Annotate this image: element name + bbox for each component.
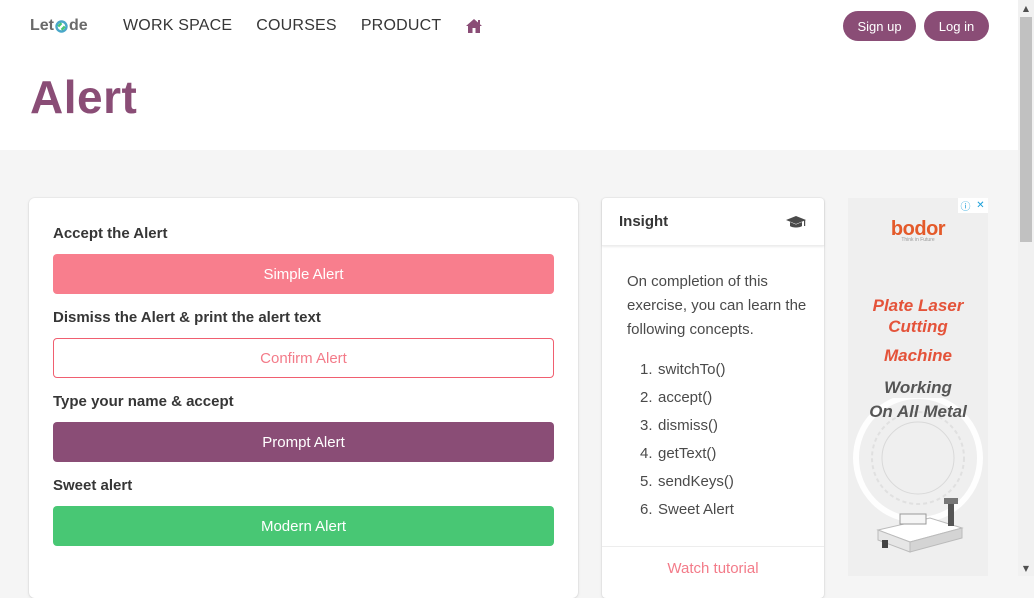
vertical-scrollbar[interactable]: ▲ ▼	[1018, 0, 1034, 576]
confirm-alert-button[interactable]: Confirm Alert	[53, 338, 554, 378]
concept-label: Sweet Alert	[658, 501, 734, 518]
ad-headline-2: Cutting	[888, 317, 948, 336]
insight-panel: Insight On completion of this exercise, …	[602, 198, 824, 598]
ad-info-icon[interactable]: ⓘ	[958, 198, 973, 213]
concept-number: 4.	[640, 445, 653, 462]
dismiss-alert-label: Dismiss the Alert & print the alert text	[53, 309, 321, 326]
list-item: 3. dismiss()	[640, 412, 734, 440]
insight-description: On completion of this exercise, you can …	[627, 273, 807, 338]
logo-text-right: de	[69, 17, 88, 34]
concept-label: sendKeys()	[658, 473, 734, 490]
nav-link-product[interactable]: PRODUCT	[361, 17, 442, 35]
sign-up-button[interactable]: Sign up	[843, 11, 916, 41]
nav-link-workspace[interactable]: WORK SPACE	[123, 17, 232, 35]
nav-link-courses[interactable]: COURSES	[256, 17, 337, 35]
watch-tutorial-link[interactable]: Watch tutorial	[602, 560, 824, 577]
scrollbar-thumb[interactable]	[1020, 17, 1032, 242]
log-in-button[interactable]: Log in	[924, 11, 989, 41]
insight-title: Insight	[619, 213, 669, 230]
main-nav: WORK SPACE COURSES PRODUCT	[123, 0, 483, 52]
concepts-list: 1. switchTo() 2. accept() 3. dismiss() 4. ge…	[640, 356, 734, 524]
list-item: 5. sendKeys()	[640, 468, 734, 496]
sweet-alert-label: Sweet alert	[53, 477, 133, 494]
ad-controls: ⓘ ✕	[958, 198, 988, 213]
graduation-cap-icon	[786, 214, 806, 230]
prompt-alert-label: Type your name & accept	[53, 393, 234, 410]
modern-alert-button[interactable]: Modern Alert	[53, 506, 554, 546]
list-item: 6. Sweet Alert	[640, 496, 734, 524]
concept-number: 1.	[640, 361, 653, 378]
ad-headline-3: Machine	[883, 346, 953, 365]
page-header: Alert	[0, 52, 1018, 150]
concept-label: accept()	[658, 389, 713, 406]
concept-number: 2.	[640, 389, 653, 406]
concept-number: 6.	[640, 501, 653, 518]
ad-tagline: Think in Future	[901, 237, 935, 243]
concept-label: dismiss()	[658, 417, 718, 434]
concept-number: 5.	[640, 473, 653, 490]
accept-alert-label: Accept the Alert	[53, 225, 168, 242]
logo-o-icon	[55, 19, 68, 33]
laser-machine-image	[876, 498, 964, 553]
ad-headline-1: Plate Laser	[872, 296, 964, 315]
auth-buttons: Sign up Log in	[843, 11, 989, 41]
home-icon[interactable]	[465, 17, 483, 35]
letcode-logo[interactable]: Let de	[30, 15, 88, 37]
ad-close-icon[interactable]: ✕	[973, 198, 988, 213]
insight-header: Insight	[602, 198, 824, 246]
insight-divider	[602, 546, 824, 547]
alerts-card: Accept the Alert Simple Alert Dismiss th…	[29, 198, 578, 598]
page-title: Alert	[30, 71, 138, 123]
simple-alert-button[interactable]: Simple Alert	[53, 254, 554, 294]
list-item: 1. switchTo()	[640, 356, 734, 384]
ad-subline-1: Working	[884, 378, 952, 397]
list-item: 2. accept()	[640, 384, 734, 412]
list-item: 4. getText()	[640, 440, 734, 468]
navbar: Let de WORK SPACE COURSES PRODUCT Sign u…	[0, 0, 1018, 52]
concept-number: 3.	[640, 417, 653, 434]
scroll-up-arrow-icon[interactable]: ▲	[1018, 0, 1034, 16]
advertisement[interactable]: bodor Think in Future Plate Laser Cuttin…	[848, 198, 988, 576]
concept-label: getText()	[658, 445, 717, 462]
scroll-down-arrow-icon[interactable]: ▼	[1018, 560, 1034, 576]
prompt-alert-button[interactable]: Prompt Alert	[53, 422, 554, 462]
ad-subline-2: On All Metal	[869, 402, 967, 421]
concept-label: switchTo()	[658, 361, 726, 378]
logo-text-left: Let	[30, 17, 54, 34]
